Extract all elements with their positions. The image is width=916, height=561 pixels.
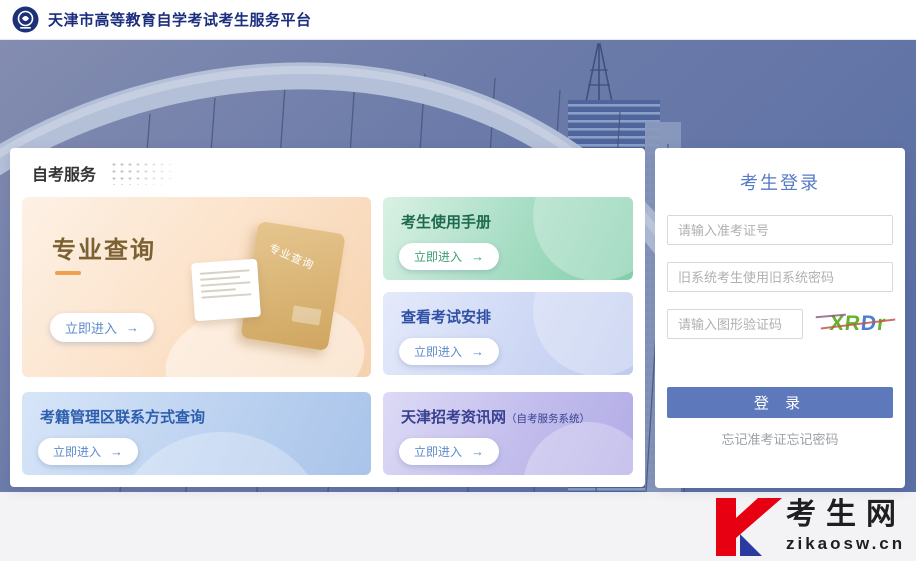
app-header: 天津市高等教育自学考试考生服务平台 xyxy=(0,0,916,40)
enter-button-label: 立即进入 xyxy=(414,250,463,264)
card-title: 查看考试安排 xyxy=(401,309,492,326)
card-title: 考生使用手册 xyxy=(401,214,492,231)
enter-button-label: 立即进入 xyxy=(414,345,463,359)
card-major-query[interactable]: 专业查询 专业查询 立即进入 → xyxy=(22,197,371,377)
watermark-brand-cn: 考生网 xyxy=(786,498,906,531)
arrow-right-icon: → xyxy=(471,249,485,264)
card-title-sub: （自考服务系统） xyxy=(506,413,591,425)
circle-decoration xyxy=(533,197,633,280)
enter-button-label: 立即进入 xyxy=(414,445,463,459)
arrow-right-icon: → xyxy=(471,444,485,459)
card-exam-schedule[interactable]: 查看考试安排 立即进入 → xyxy=(383,292,633,375)
password-input[interactable] xyxy=(667,262,893,292)
enter-button-label: 立即进入 xyxy=(53,445,102,459)
watermark-text: 考生网 zikaosw.cn xyxy=(786,498,906,554)
enter-button-zhaokao[interactable]: 立即进入 → xyxy=(399,438,500,465)
login-button[interactable]: 登 录 xyxy=(667,387,893,418)
book-badge xyxy=(291,305,322,326)
card-zhaokao-site[interactable]: 天津招考资讯网（自考服务系统） 立即进入 → xyxy=(383,392,633,475)
card-title-main: 天津招考资讯网 xyxy=(401,409,507,426)
arrow-right-icon: → xyxy=(471,344,485,359)
title-underline xyxy=(55,271,81,275)
ticket-number-input[interactable] xyxy=(667,215,893,245)
captcha-image[interactable]: X R D r xyxy=(819,308,896,340)
book-label: 专业查询 xyxy=(266,242,316,273)
services-header: 自考服务 xyxy=(32,161,185,185)
platform-logo-icon xyxy=(12,6,39,33)
forgot-credentials-link[interactable]: 忘记准考证忘记密码 xyxy=(655,429,905,448)
circle-decoration xyxy=(523,422,633,475)
circle-decoration xyxy=(111,432,331,475)
card-title: 考籍管理区联系方式查询 xyxy=(40,409,206,426)
enter-button-schedule[interactable]: 立即进入 → xyxy=(399,338,500,365)
zikaosw-watermark: 考生网 zikaosw.cn xyxy=(716,498,906,556)
arrow-right-icon: → xyxy=(110,444,124,459)
enter-button-manual[interactable]: 立即进入 → xyxy=(399,243,500,270)
services-panel: 自考服务 专业查询 专业查询 立即进入 → 考生使用手册 立即进入 → 查看考试… xyxy=(10,148,645,487)
document-graphic xyxy=(191,258,261,322)
dots-decoration xyxy=(110,161,185,185)
card-contact-query[interactable]: 考籍管理区联系方式查询 立即进入 → xyxy=(22,392,371,475)
card-title: 天津招考资讯网（自考服务系统） xyxy=(401,406,590,427)
arrow-right-icon: → xyxy=(126,320,140,335)
enter-button-label: 立即进入 xyxy=(65,321,118,336)
page-title: 天津市高等教育自学考试考生服务平台 xyxy=(48,12,312,29)
card-candidate-manual[interactable]: 考生使用手册 立即进入 → xyxy=(383,197,633,280)
card-title: 专业查询 xyxy=(52,237,156,264)
enter-button-major-query[interactable]: 立即进入 → xyxy=(50,313,155,342)
services-section-title: 自考服务 xyxy=(32,167,97,184)
enter-button-contact[interactable]: 立即进入 → xyxy=(38,438,139,465)
circle-decoration xyxy=(533,292,633,375)
captcha-letter: r xyxy=(875,312,888,335)
captcha-input[interactable] xyxy=(667,309,803,339)
major-query-illustration: 专业查询 xyxy=(157,205,371,377)
login-panel: 考生登录 X R D r 登 录 忘记准考证忘记密码 xyxy=(655,148,905,488)
login-title: 考生登录 xyxy=(740,173,820,193)
watermark-brand-url: zikaosw.cn xyxy=(786,534,906,553)
zikaosw-k-logo-icon xyxy=(716,498,782,556)
